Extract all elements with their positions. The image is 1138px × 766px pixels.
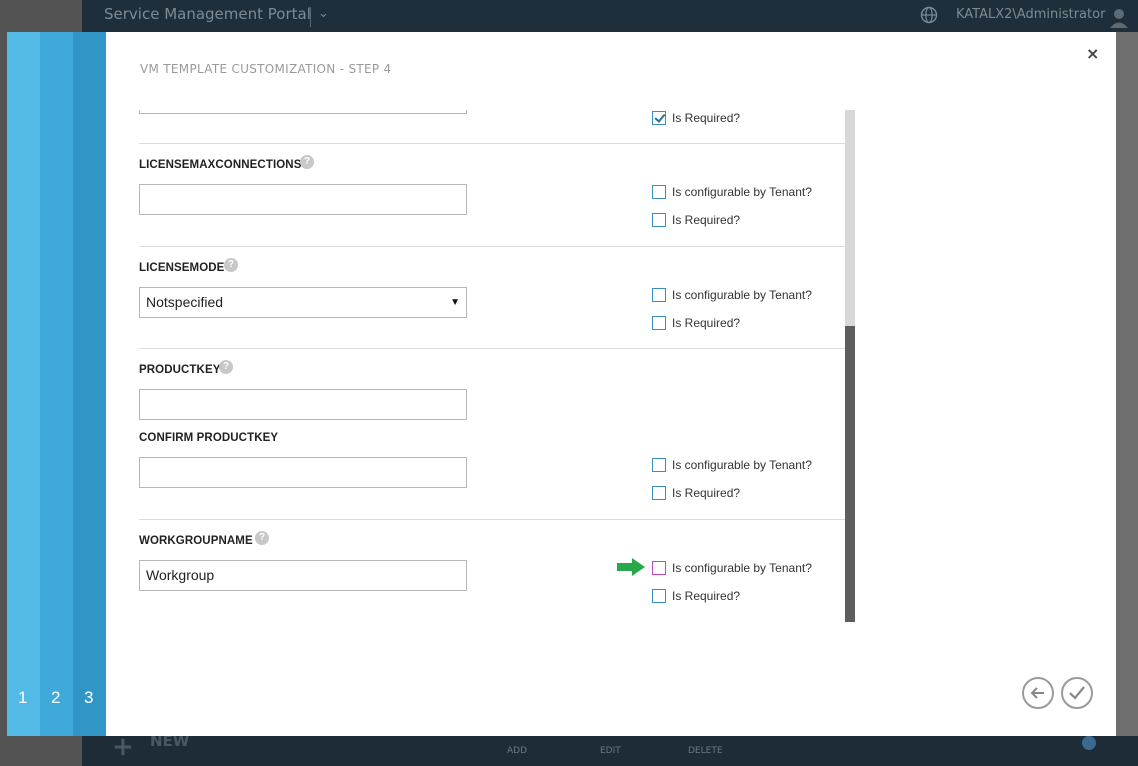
wizard-step-3[interactable]: 3 [84, 688, 93, 708]
field-label: CONFIRM PRODUCTKEY [139, 432, 279, 444]
select-value: Notspecified [146, 294, 224, 310]
checkbox-label: Is configurable by Tenant? [672, 561, 812, 575]
wizard-step-rail-3[interactable] [73, 32, 106, 736]
portal-command-bar: + NEW ADD EDIT DELETE [82, 732, 1138, 766]
checkbox-label: Is configurable by Tenant? [672, 458, 812, 472]
close-icon[interactable]: × [1086, 44, 1099, 63]
required-checkbox[interactable] [652, 589, 666, 603]
configurable-checkbox[interactable] [652, 561, 666, 575]
edit-button[interactable]: EDIT [600, 746, 621, 756]
back-arrow-icon [1030, 687, 1044, 699]
checkbox-label: Is Required? [672, 589, 741, 603]
help-icon[interactable]: ? [255, 531, 269, 545]
finish-button[interactable] [1061, 677, 1093, 709]
form-scroll-area: Is Required? LICENSEMAXCONNECTIONS ? Is … [106, 110, 856, 622]
avatar-icon[interactable] [1108, 6, 1130, 28]
green-arrow-icon [617, 558, 645, 576]
workgroupname-input[interactable]: Workgroup [139, 560, 467, 591]
delete-button[interactable]: DELETE [688, 746, 723, 756]
checkbox-label: Is Required? [672, 486, 741, 500]
checkbox-label: Is Required? [672, 316, 741, 330]
wizard-step-rail-2[interactable] [40, 32, 73, 736]
wizard-step-2[interactable]: 2 [51, 688, 60, 708]
scrollbar-thumb[interactable] [845, 326, 855, 622]
field-section-productkey: PRODUCTKEY ? CONFIRM PRODUCTKEY Is confi… [139, 348, 845, 520]
licensemode-select[interactable]: Notspecified ▼ [139, 287, 467, 318]
field-label: PRODUCTKEY [139, 364, 221, 376]
help-icon[interactable]: ? [219, 360, 233, 374]
user-name[interactable]: KATALX2\Administrator [956, 7, 1105, 22]
wizard-step-1[interactable]: 1 [18, 688, 27, 708]
portal-topbar: Service Management Portal ⌄ KATALX2\Admi… [82, 0, 1138, 32]
configurable-checkbox[interactable] [652, 458, 666, 472]
help-icon[interactable]: ? [224, 258, 238, 272]
help-icon[interactable] [1082, 736, 1096, 750]
productkey-input[interactable] [139, 389, 467, 420]
dropdown-arrow-icon: ▼ [450, 297, 460, 308]
help-icon[interactable]: ? [300, 155, 314, 169]
field-label: LICENSEMAXCONNECTIONS [139, 159, 302, 171]
wizard-dialog: VM TEMPLATE CUSTOMIZATION - STEP 4 × Is … [106, 32, 1116, 736]
checkbox-label: Is Required? [672, 213, 741, 227]
wizard-step-rail-1[interactable] [7, 32, 40, 736]
check-icon [1069, 686, 1085, 700]
chevron-down-icon[interactable]: ⌄ [318, 6, 329, 21]
add-button[interactable]: ADD [507, 746, 527, 756]
required-checkbox[interactable] [652, 486, 666, 500]
field-section-licensemode: LICENSEMODE ? Notspecified ▼ Is configur… [139, 246, 845, 349]
configurable-checkbox[interactable] [652, 288, 666, 302]
previous-field-input[interactable] [139, 110, 467, 114]
licensemaxconnections-input[interactable] [139, 184, 467, 215]
configurable-checkbox[interactable] [652, 185, 666, 199]
confirm-productkey-input[interactable] [139, 457, 467, 488]
field-section-licensemaxconnections: LICENSEMAXCONNECTIONS ? Is configurable … [139, 143, 845, 247]
checkbox-label: Is configurable by Tenant? [672, 185, 812, 199]
plus-icon[interactable]: + [112, 732, 134, 762]
field-label: LICENSEMODE [139, 262, 225, 274]
field-label: WORKGROUPNAME [139, 535, 253, 547]
back-button[interactable] [1022, 677, 1054, 709]
globe-icon[interactable] [920, 6, 938, 24]
divider [310, 7, 311, 27]
required-checkbox[interactable] [652, 213, 666, 227]
portal-title: Service Management Portal [104, 5, 311, 23]
dialog-title: VM TEMPLATE CUSTOMIZATION - STEP 4 [140, 62, 392, 76]
field-section-workgroupname: WORKGROUPNAME ? Workgroup Is configurabl… [139, 519, 845, 622]
previous-field-required-checkbox[interactable] [652, 111, 666, 125]
required-checkbox[interactable] [652, 316, 666, 330]
checkbox-label: Is configurable by Tenant? [672, 288, 812, 302]
checkbox-label: Is Required? [672, 111, 741, 125]
